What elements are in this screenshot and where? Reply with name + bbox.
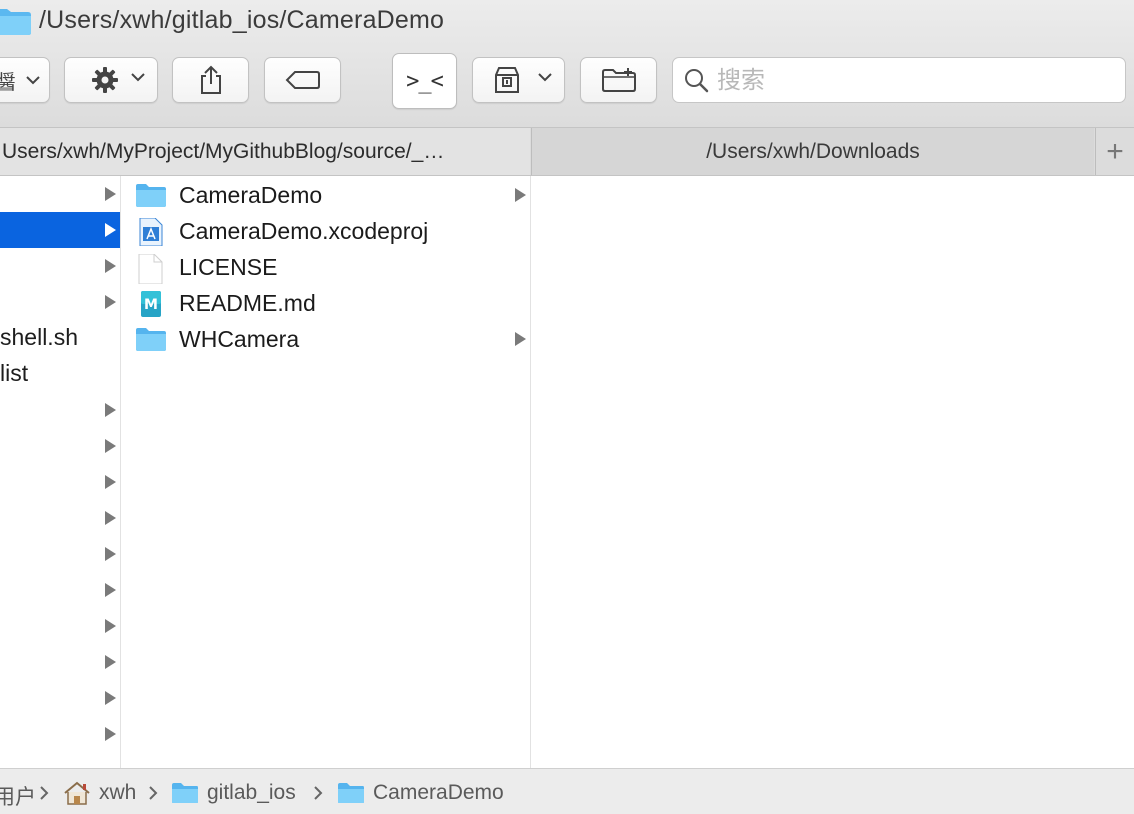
gear-icon bbox=[92, 67, 118, 93]
file-name: CameraDemo.xcodeproj bbox=[179, 218, 429, 244]
file-row[interactable]: LICENSE bbox=[122, 249, 530, 285]
parent-item-label: list bbox=[0, 360, 29, 386]
disclosure-arrow-icon bbox=[105, 259, 116, 273]
disclosure-arrow-icon bbox=[105, 691, 116, 705]
parent-list-item[interactable] bbox=[0, 680, 120, 716]
home-icon bbox=[64, 781, 90, 805]
tab-blog-source[interactable]: Users/xwh/MyProject/MyGithubBlog/source/… bbox=[0, 128, 530, 175]
path-item-xwh[interactable]: xwh bbox=[99, 781, 136, 805]
path-item-gitlab-ios[interactable]: gitlab_ios bbox=[207, 781, 296, 805]
terminal-button[interactable]: >_< bbox=[392, 53, 457, 109]
tag-icon bbox=[285, 71, 320, 89]
disclosure-arrow-icon bbox=[105, 619, 116, 633]
chevron-down-icon bbox=[131, 73, 145, 82]
folder-icon bbox=[0, 8, 32, 41]
action-menu-button[interactable] bbox=[64, 57, 158, 103]
view-button-label: 醤 bbox=[0, 69, 16, 94]
parent-list-item[interactable] bbox=[0, 536, 120, 572]
file-row[interactable]: WHCamera bbox=[122, 321, 530, 357]
column-browser: shell.sh list CameraDemo CameraDemo.xcode… bbox=[0, 176, 1134, 768]
file-row[interactable]: M README.md bbox=[122, 285, 530, 321]
tab-bar: Users/xwh/MyProject/MyGithubBlog/source/… bbox=[0, 128, 1134, 176]
file-name: LICENSE bbox=[179, 254, 278, 280]
view-options-button[interactable]: 醤 bbox=[0, 57, 50, 103]
parent-list-item[interactable] bbox=[0, 428, 120, 464]
file-name: WHCamera bbox=[179, 326, 300, 352]
parent-list-item[interactable] bbox=[0, 572, 120, 608]
tab-downloads[interactable]: /Users/xwh/Downloads bbox=[531, 128, 1094, 175]
parent-list-item[interactable] bbox=[0, 500, 120, 536]
parent-list-item[interactable] bbox=[0, 608, 120, 644]
terminal-button-label: >_< bbox=[406, 68, 444, 94]
disclosure-arrow-icon bbox=[105, 511, 116, 525]
archive-icon bbox=[494, 67, 519, 93]
tab-label: Users/xwh/MyProject/MyGithubBlog/source/… bbox=[2, 139, 445, 163]
disclosure-arrow-icon bbox=[105, 583, 116, 597]
parent-list-item[interactable] bbox=[0, 392, 120, 428]
disclosure-arrow-icon bbox=[105, 547, 116, 561]
parent-list-item[interactable] bbox=[0, 176, 120, 212]
plus-icon: + bbox=[1106, 134, 1124, 168]
parent-item-label: shell.sh bbox=[0, 324, 78, 350]
current-folder-column: CameraDemo CameraDemo.xcodeproj LICENSE … bbox=[122, 176, 531, 768]
document-icon bbox=[135, 253, 167, 289]
parent-list-item[interactable] bbox=[0, 248, 120, 284]
file-row[interactable]: CameraDemo.xcodeproj bbox=[122, 213, 530, 249]
chevron-down-icon bbox=[538, 73, 552, 82]
disclosure-arrow-icon bbox=[105, 475, 116, 489]
search-field[interactable] bbox=[672, 57, 1126, 103]
markdown-icon: M bbox=[135, 290, 167, 323]
window-title: /Users/xwh/gitlab_ios/CameraDemo bbox=[39, 6, 445, 34]
disclosure-arrow-icon bbox=[105, 295, 116, 309]
disclosure-arrow-icon bbox=[105, 187, 116, 201]
disclosure-arrow-icon bbox=[515, 332, 526, 346]
disclosure-arrow-icon bbox=[105, 439, 116, 453]
disclosure-arrow-icon bbox=[515, 188, 526, 202]
chevron-right-icon bbox=[149, 786, 158, 800]
path-item-camerademo[interactable]: CameraDemo bbox=[373, 781, 504, 805]
search-icon bbox=[685, 69, 709, 93]
share-icon bbox=[200, 65, 221, 94]
parent-list-item[interactable] bbox=[0, 284, 120, 320]
disclosure-arrow-icon bbox=[105, 655, 116, 669]
disclosure-arrow-icon bbox=[105, 223, 116, 237]
file-row[interactable]: CameraDemo bbox=[122, 177, 530, 213]
tag-button[interactable] bbox=[264, 57, 341, 103]
new-folder-button[interactable] bbox=[580, 57, 657, 103]
disclosure-arrow-icon bbox=[105, 727, 116, 741]
archive-button[interactable] bbox=[472, 57, 565, 103]
parent-list-item[interactable]: list bbox=[0, 356, 120, 392]
new-folder-icon bbox=[601, 68, 636, 92]
disclosure-arrow-icon bbox=[105, 403, 116, 417]
folder-icon bbox=[135, 182, 167, 213]
folder-icon bbox=[172, 783, 198, 803]
file-name: CameraDemo bbox=[179, 182, 323, 208]
folder-icon bbox=[338, 783, 364, 803]
path-item-users[interactable]: 用户 bbox=[0, 781, 36, 811]
parent-list-item[interactable] bbox=[0, 644, 120, 680]
share-button[interactable] bbox=[172, 57, 249, 103]
search-input[interactable] bbox=[717, 66, 1097, 94]
parent-list-item[interactable] bbox=[0, 212, 120, 248]
parent-column: shell.sh list bbox=[0, 176, 121, 768]
add-tab-button[interactable]: + bbox=[1095, 128, 1134, 175]
file-name: README.md bbox=[179, 290, 316, 316]
parent-list-item[interactable] bbox=[0, 716, 120, 752]
folder-icon bbox=[135, 326, 167, 357]
chevron-right-icon bbox=[314, 786, 323, 800]
parent-list-item[interactable] bbox=[0, 464, 120, 500]
parent-list-item[interactable]: shell.sh bbox=[0, 320, 120, 356]
chevron-down-icon bbox=[26, 75, 40, 84]
svg-text:M: M bbox=[144, 297, 158, 313]
window-toolbar: /Users/xwh/gitlab_ios/CameraDemo 醤 >_< 搜… bbox=[0, 0, 1134, 128]
xcodeproj-icon bbox=[135, 217, 167, 251]
tab-label: /Users/xwh/Downloads bbox=[706, 139, 920, 163]
preview-column bbox=[532, 176, 1134, 768]
chevron-right-icon bbox=[40, 786, 49, 800]
title-bar: /Users/xwh/gitlab_ios/CameraDemo bbox=[0, 0, 1134, 44]
path-bar: 用户 xwh gitlab_ios CameraDemo bbox=[0, 768, 1134, 814]
